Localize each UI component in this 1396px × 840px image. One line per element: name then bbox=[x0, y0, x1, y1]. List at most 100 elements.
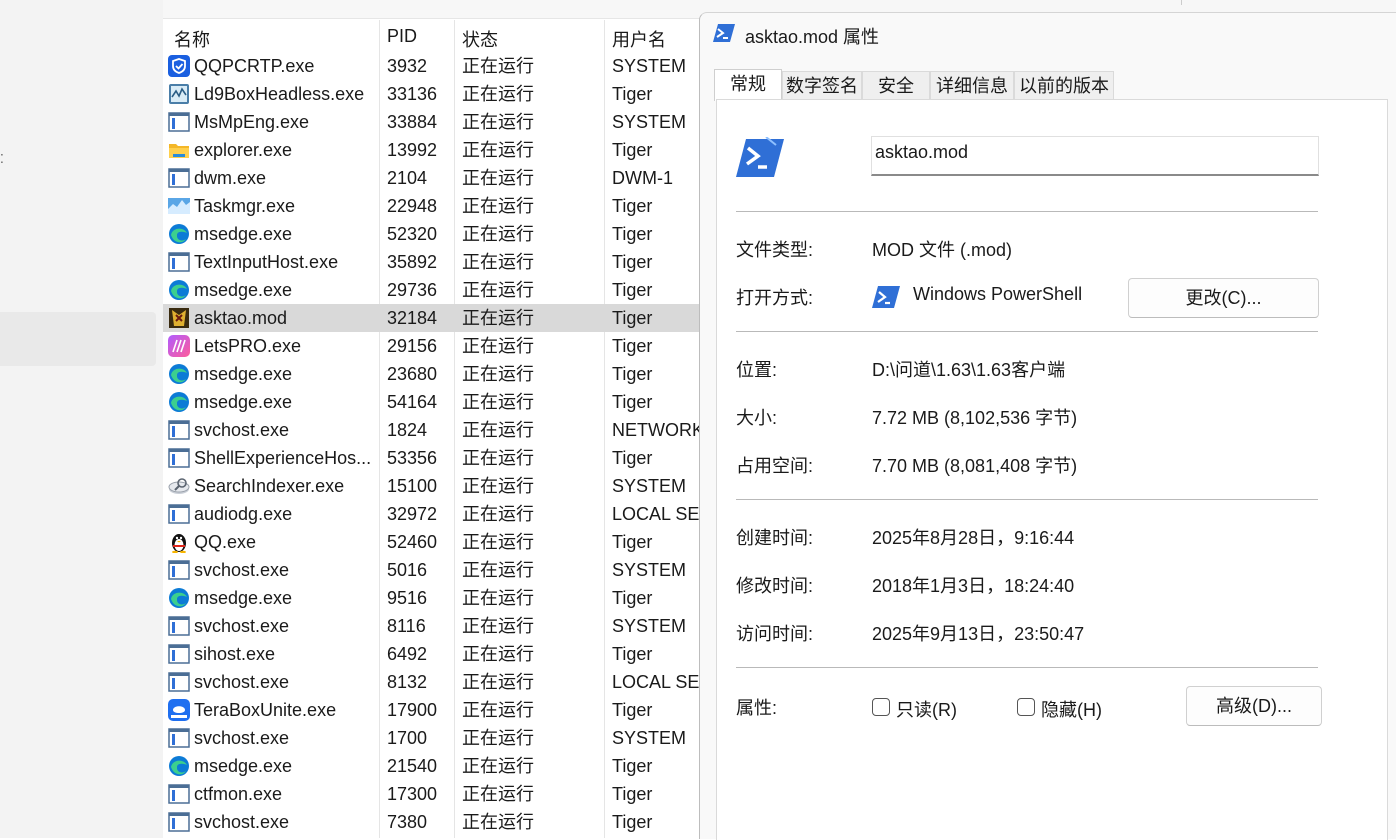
column-header-pid[interactable]: PID bbox=[387, 26, 417, 47]
process-status: 正在运行 bbox=[462, 420, 534, 440]
process-status: 正在运行 bbox=[462, 56, 534, 76]
table-row[interactable]: QQ.exe 52460 正在运行 Tiger bbox=[163, 528, 703, 556]
process-user: SYSTEM bbox=[612, 616, 687, 636]
process-status: 正在运行 bbox=[462, 308, 534, 328]
table-row[interactable]: msedge.exe 52320 正在运行 Tiger bbox=[163, 220, 703, 248]
sidebar-glyph: ⁚ bbox=[0, 152, 4, 166]
process-user: Tiger bbox=[612, 532, 653, 552]
tab-previous-versions[interactable]: 以前的版本 bbox=[1014, 71, 1114, 100]
process-user: LOCAL SE... bbox=[612, 672, 703, 692]
table-row[interactable]: SearchIndexer.exe 15100 正在运行 SYSTEM bbox=[163, 472, 703, 500]
process-name: msedge.exe bbox=[194, 280, 293, 300]
table-row[interactable]: explorer.exe 13992 正在运行 Tiger bbox=[163, 136, 703, 164]
process-pid: 13992 bbox=[387, 140, 438, 160]
table-row[interactable]: msedge.exe 9516 正在运行 Tiger bbox=[163, 584, 703, 612]
size-label: 大小: bbox=[736, 408, 778, 428]
table-row[interactable]: Ld9BoxHeadless.exe 33136 正在运行 Tiger bbox=[163, 80, 703, 108]
table-row[interactable]: LetsPRO.exe 29156 正在运行 Tiger bbox=[163, 332, 703, 360]
table-row[interactable]: MsMpEng.exe 33884 正在运行 SYSTEM bbox=[163, 108, 703, 136]
column-header-user[interactable]: 用户名 bbox=[612, 26, 666, 52]
hidden-checkbox[interactable] bbox=[1017, 698, 1035, 716]
edge-icon bbox=[168, 391, 190, 413]
table-row[interactable]: svchost.exe 8116 正在运行 SYSTEM bbox=[163, 612, 703, 640]
process-name: SearchIndexer.exe bbox=[194, 476, 345, 496]
hidden-label[interactable]: 隐藏(H) bbox=[1041, 696, 1102, 722]
tab-general[interactable]: 常规 bbox=[714, 69, 782, 101]
powershell-small-icon bbox=[872, 286, 900, 308]
table-row[interactable]: Taskmgr.exe 22948 正在运行 Tiger bbox=[163, 192, 703, 220]
properties-dialog: asktao.mod 属性 常规 数字签名 安全 详细信息 以前的版本 askt… bbox=[699, 12, 1396, 840]
process-pid: 8116 bbox=[387, 616, 426, 636]
accessed-value: 2025年9月13日，23:50:47 bbox=[872, 624, 1085, 644]
column-header-status[interactable]: 状态 bbox=[462, 26, 498, 52]
tab-security[interactable]: 安全 bbox=[862, 71, 930, 100]
process-status: 正在运行 bbox=[462, 644, 534, 664]
table-row[interactable]: msedge.exe 21540 正在运行 Tiger bbox=[163, 752, 703, 780]
process-pid: 32184 bbox=[387, 308, 438, 328]
process-name: msedge.exe bbox=[194, 588, 293, 608]
table-row[interactable]: msedge.exe 29736 正在运行 Tiger bbox=[163, 276, 703, 304]
table-row[interactable]: QQPCRTP.exe 3932 正在运行 SYSTEM bbox=[163, 52, 703, 80]
table-row[interactable]: svchost.exe 5016 正在运行 SYSTEM bbox=[163, 556, 703, 584]
process-status: 正在运行 bbox=[462, 812, 534, 832]
process-user: Tiger bbox=[612, 448, 653, 468]
table-row[interactable]: ctfmon.exe 17300 正在运行 Tiger bbox=[163, 780, 703, 808]
table-row[interactable]: svchost.exe 8132 正在运行 LOCAL SE... bbox=[163, 668, 703, 696]
process-user: SYSTEM bbox=[612, 476, 687, 496]
process-user: Tiger bbox=[612, 392, 653, 412]
process-pid: 53356 bbox=[387, 448, 438, 468]
process-pid: 52460 bbox=[387, 532, 438, 552]
process-name: svchost.exe bbox=[194, 420, 290, 440]
process-status: 正在运行 bbox=[462, 700, 534, 720]
table-row[interactable]: ShellExperienceHos... 53356 正在运行 Tiger bbox=[163, 444, 703, 472]
tab-details[interactable]: 详细信息 bbox=[930, 71, 1014, 100]
process-status: 正在运行 bbox=[462, 784, 534, 804]
table-row[interactable]: svchost.exe 1824 正在运行 NETWORK bbox=[163, 416, 703, 444]
process-status: 正在运行 bbox=[462, 336, 534, 356]
process-status: 正在运行 bbox=[462, 476, 534, 496]
file-type-label: 文件类型: bbox=[736, 240, 814, 260]
change-button[interactable]: 更改(C)... bbox=[1128, 278, 1319, 318]
process-status: 正在运行 bbox=[462, 616, 534, 636]
process-name: explorer.exe bbox=[194, 140, 293, 160]
tab-digital-signature[interactable]: 数字签名 bbox=[782, 71, 862, 100]
table-row[interactable]: TextInputHost.exe 35892 正在运行 Tiger bbox=[163, 248, 703, 276]
table-row[interactable]: msedge.exe 23680 正在运行 Tiger bbox=[163, 360, 703, 388]
table-row[interactable]: audiodg.exe 32972 正在运行 LOCAL SE... bbox=[163, 500, 703, 528]
window-app-icon bbox=[168, 811, 190, 833]
process-user: Tiger bbox=[612, 308, 653, 328]
process-pid: 32972 bbox=[387, 504, 438, 524]
window-app-icon bbox=[168, 783, 190, 805]
window-app-icon bbox=[168, 419, 190, 441]
accessed-label: 访问时间: bbox=[736, 624, 814, 644]
sidebar-selected-item[interactable] bbox=[0, 312, 156, 366]
monitor-chart-icon bbox=[168, 83, 190, 105]
process-name: QQPCRTP.exe bbox=[194, 56, 315, 76]
advanced-button[interactable]: 高级(D)... bbox=[1186, 686, 1322, 726]
process-status: 正在运行 bbox=[462, 140, 534, 160]
process-pid: 33884 bbox=[387, 112, 438, 132]
table-row[interactable]: asktao.mod 32184 正在运行 Tiger bbox=[163, 304, 703, 332]
table-row[interactable]: msedge.exe 54164 正在运行 Tiger bbox=[163, 388, 703, 416]
file-type-icon bbox=[736, 137, 784, 177]
process-user: Tiger bbox=[612, 812, 653, 832]
table-row[interactable]: svchost.exe 7380 正在运行 Tiger bbox=[163, 808, 703, 836]
edge-icon bbox=[168, 755, 190, 777]
process-pid: 17900 bbox=[387, 700, 438, 720]
process-pid: 22948 bbox=[387, 196, 438, 216]
window-app-icon bbox=[168, 251, 190, 273]
readonly-label[interactable]: 只读(R) bbox=[896, 696, 957, 722]
readonly-checkbox[interactable] bbox=[872, 698, 890, 716]
process-name: audiodg.exe bbox=[194, 504, 293, 524]
table-row[interactable]: svchost.exe 1700 正在运行 SYSTEM bbox=[163, 724, 703, 752]
column-header-name[interactable]: 名称 bbox=[174, 26, 210, 52]
table-row[interactable]: sihost.exe 6492 正在运行 Tiger bbox=[163, 640, 703, 668]
process-user: SYSTEM bbox=[612, 728, 687, 748]
file-name-input[interactable]: asktao.mod bbox=[871, 136, 1319, 176]
window-app-icon bbox=[168, 643, 190, 665]
process-pid: 1824 bbox=[387, 420, 428, 440]
process-pid: 23680 bbox=[387, 364, 438, 384]
process-status: 正在运行 bbox=[462, 560, 534, 580]
table-row[interactable]: TeraBoxUnite.exe 17900 正在运行 Tiger bbox=[163, 696, 703, 724]
table-row[interactable]: dwm.exe 2104 正在运行 DWM-1 bbox=[163, 164, 703, 192]
